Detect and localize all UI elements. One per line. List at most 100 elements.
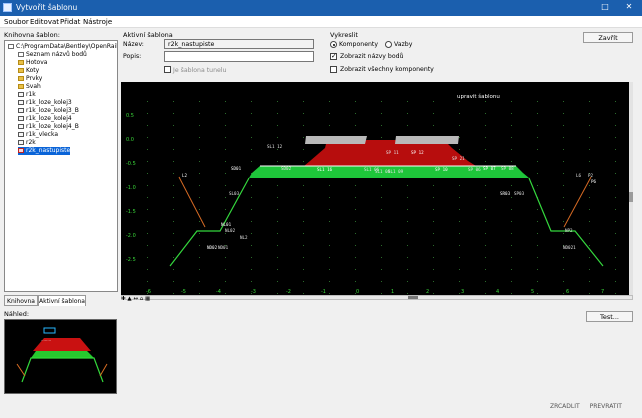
grid-dot bbox=[303, 161, 304, 162]
preview-selection bbox=[43, 327, 56, 334]
tree-item-7[interactable]: r1k_loze_kolej3 bbox=[18, 99, 72, 107]
grid-dot bbox=[381, 245, 382, 246]
grid-dot bbox=[563, 113, 564, 114]
grid-dot bbox=[225, 185, 226, 186]
template-library-tree[interactable]: C:\ProgramData\Bentley\OpenRail DesSezna… bbox=[4, 40, 118, 292]
vertical-scroll-thumb[interactable] bbox=[629, 192, 633, 202]
tree-item-8[interactable]: r1k_loze_kolej3_B bbox=[18, 107, 79, 115]
tree-item-10[interactable]: r1k_loze_kolej4_B bbox=[18, 123, 79, 131]
tree-item-label: C:\ProgramData\Bentley\OpenRail Des bbox=[16, 43, 118, 50]
template-viewer[interactable]: 0.5 0.0 -0.5 -1.0 -1.5 -2.0 -2.5 -6 -5 -4 -3 -2 -1 0 1… bbox=[121, 82, 633, 295]
grid-dot bbox=[459, 221, 460, 222]
grid-dot bbox=[537, 293, 538, 294]
point-label: NL2 bbox=[240, 235, 248, 240]
grid-dot bbox=[355, 113, 356, 114]
grid-dot bbox=[277, 149, 278, 150]
grid-dot bbox=[199, 185, 200, 186]
maximize-icon[interactable]: □ bbox=[600, 2, 610, 12]
tree-item-0[interactable]: C:\ProgramData\Bentley\OpenRail Des bbox=[8, 43, 118, 51]
fit-icon[interactable]: ⌂ bbox=[140, 296, 144, 302]
menu-editovat[interactable]: Editovat bbox=[30, 18, 59, 26]
tree-item-11[interactable]: r1k_vlecka bbox=[18, 131, 58, 139]
links-radio[interactable] bbox=[385, 41, 392, 48]
grid-dot bbox=[303, 149, 304, 150]
zoom-in-icon[interactable]: ✚ bbox=[121, 296, 126, 302]
pan-icon[interactable]: ↔ bbox=[133, 296, 138, 302]
tree-item-label: r2k_nastupiste bbox=[26, 147, 71, 154]
tree-item-3[interactable]: Koty bbox=[18, 67, 39, 75]
grid-dot bbox=[459, 293, 460, 294]
grid-dot bbox=[251, 113, 252, 114]
grid-dot bbox=[251, 233, 252, 234]
grid-dot bbox=[147, 197, 148, 198]
links-label: Vazby bbox=[394, 41, 413, 48]
tree-item-label: Hotova bbox=[26, 59, 48, 66]
grid-dot bbox=[563, 101, 564, 102]
grid-dot bbox=[147, 149, 148, 150]
grid-dot bbox=[329, 221, 330, 222]
menu-pridat[interactable]: Přidat bbox=[60, 18, 80, 26]
grid-dot bbox=[199, 293, 200, 294]
tunnel-checkbox[interactable] bbox=[164, 66, 171, 73]
point-label: NL02 bbox=[225, 228, 236, 233]
show-all-components-checkbox[interactable] bbox=[330, 66, 337, 73]
grid-dot bbox=[381, 185, 382, 186]
test-button[interactable]: Test... bbox=[586, 311, 633, 322]
tree-item-13[interactable]: r2k_nastupiste bbox=[18, 147, 71, 155]
grid-dot bbox=[589, 245, 590, 246]
grid-dot bbox=[251, 137, 252, 138]
grid-dot bbox=[485, 113, 486, 114]
tree-item-label: Koty bbox=[26, 67, 40, 74]
status-bar: ZRCADLIT PREVRATIT bbox=[550, 403, 622, 410]
tree-item-12[interactable]: r2k bbox=[18, 139, 36, 147]
point-label: SL03 bbox=[229, 191, 240, 196]
tree-item-6[interactable]: r1k bbox=[18, 91, 36, 99]
grid-dot bbox=[251, 245, 252, 246]
grid-icon[interactable]: ▦ bbox=[145, 296, 150, 302]
preview-side-lines bbox=[16, 363, 108, 377]
zoom-out-icon[interactable]: ▲ bbox=[127, 296, 131, 302]
point-label: SD02 bbox=[281, 166, 292, 171]
tree-item-5[interactable]: Svah bbox=[18, 83, 41, 91]
menu-nastroje[interactable]: Nástroje bbox=[83, 18, 112, 26]
grid-dot bbox=[355, 245, 356, 246]
components-radio[interactable] bbox=[330, 41, 337, 48]
grid-dot bbox=[225, 137, 226, 138]
description-field[interactable] bbox=[164, 51, 314, 62]
horizontal-scroll-thumb[interactable] bbox=[408, 296, 418, 299]
viewer-toolbar: ✚ ▲ ↔ ⌂ ▦ bbox=[121, 296, 201, 302]
menu-soubor[interactable]: Soubor bbox=[4, 18, 29, 26]
name-field[interactable]: r2k_nastupiste bbox=[164, 39, 314, 49]
grid-dot bbox=[433, 281, 434, 282]
grid-dot bbox=[381, 101, 382, 102]
tab-active-template[interactable]: Aktivní šablona bbox=[38, 295, 86, 306]
display-label: Vykreslit bbox=[330, 31, 358, 39]
close-icon[interactable]: ✕ bbox=[624, 2, 634, 12]
point-label: SR03 bbox=[500, 191, 511, 196]
viewer-vertical-scrollbar[interactable] bbox=[629, 82, 633, 295]
grid-dot bbox=[537, 245, 538, 246]
window-title: Vytvořit šablonu bbox=[16, 3, 78, 12]
grid-dot bbox=[199, 233, 200, 234]
grid-dot bbox=[329, 281, 330, 282]
tree-item-2[interactable]: Hotova bbox=[18, 59, 47, 67]
grid-dot bbox=[485, 197, 486, 198]
grid-dot bbox=[381, 293, 382, 294]
grid-dot bbox=[459, 209, 460, 210]
grid-dot bbox=[381, 257, 382, 258]
show-point-names-checkbox[interactable] bbox=[330, 52, 337, 60]
grid-dot bbox=[511, 161, 512, 162]
tab-library[interactable]: Knihovna bbox=[4, 295, 38, 306]
grid-dot bbox=[173, 245, 174, 246]
tree-item-1[interactable]: Seznam názvů bodů bbox=[18, 51, 87, 59]
tree-item-label: r1k_loze_kolej3 bbox=[26, 99, 72, 106]
grid-dot bbox=[355, 209, 356, 210]
grid-dot bbox=[537, 173, 538, 174]
grid-dot bbox=[251, 209, 252, 210]
grid-dot bbox=[537, 149, 538, 150]
tree-item-9[interactable]: r1k_loze_kolej4 bbox=[18, 115, 72, 123]
grid-dot bbox=[459, 185, 460, 186]
close-button[interactable]: Zavřít bbox=[583, 32, 633, 43]
tree-item-4[interactable]: Prvky bbox=[18, 75, 42, 83]
grid-dot bbox=[277, 161, 278, 162]
